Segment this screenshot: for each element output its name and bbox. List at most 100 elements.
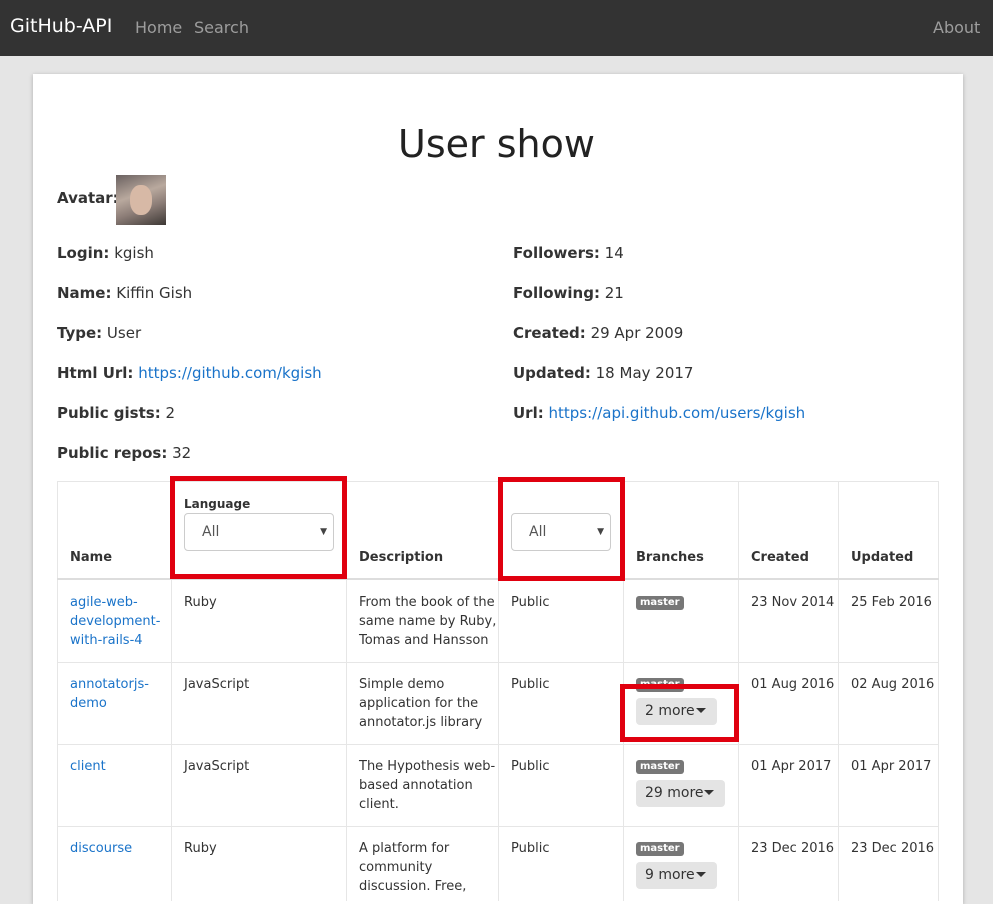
public-repos-value: 32 [172,444,192,462]
type-field: Type: User [57,324,141,342]
html-url-label: Html Url: [57,364,134,382]
public-gists-label: Public gists: [57,404,161,422]
html-url-field: Html Url: https://github.com/kgish [57,364,322,382]
type-value: User [106,324,142,342]
repo-language: JavaScript [184,759,250,774]
description-line: Simple demo [359,677,445,692]
row-divider [57,744,939,745]
description-line: From the book of the [359,595,495,610]
avatar-face [130,185,152,215]
repo-created: 23 Nov 2014 [751,595,835,610]
description-line: Tomas and Hansson [359,633,489,648]
repo-name-link[interactable]: annotatorjs- demo [70,675,149,713]
more-branches-button[interactable]: 29 more [636,780,725,807]
column-divider [838,481,839,901]
created-label: Created: [513,324,586,342]
repo-visibility: Public [511,759,550,774]
description-line: community [359,860,433,875]
updated-value: 18 May 2017 [595,364,694,382]
highlight-language-filter [170,476,347,579]
avatar-field: Avatar: [57,189,119,207]
repo-name-link[interactable]: discourse [70,839,132,858]
repo-updated: 25 Feb 2016 [851,595,932,610]
nav-home-link[interactable]: Home [135,18,182,37]
login-label: Login: [57,244,110,262]
avatar [116,175,166,225]
repo-created: 01 Aug 2016 [751,677,835,692]
description-line: based annotation [359,778,473,793]
repo-visibility: Public [511,595,550,610]
api-url-field: Url: https://api.github.com/users/kgish [513,404,805,422]
repo-name-link[interactable]: agile-web- development- with-rails-4 [70,593,160,650]
repo-name-line: agile-web- [70,595,138,610]
api-url-link[interactable]: https://api.github.com/users/kgish [549,404,806,422]
public-repos-field: Public repos: 32 [57,444,191,462]
repo-name-line: discourse [70,841,133,856]
header-updated: Updated [851,550,914,565]
top-navbar: GitHub-API Home Search About [0,0,993,56]
brand-link[interactable]: GitHub-API [10,15,112,37]
repo-updated: 02 Aug 2016 [851,677,935,692]
repo-description: A platform for community discussion. Fre… [359,839,466,896]
repo-description: Simple demo application for the annotato… [359,675,482,732]
public-repos-label: Public repos: [57,444,168,462]
page-title: User show [398,122,595,166]
repo-name-line: client [70,759,106,774]
repo-updated: 23 Dec 2016 [851,841,935,856]
repo-name-line: development- [70,614,161,629]
more-branches-label: 9 more [645,867,695,883]
caret-down-icon [704,790,714,795]
name-value: Kiffin Gish [116,284,193,302]
updated-field: Updated: 18 May 2017 [513,364,693,382]
description-line: same name by Ruby, [359,614,497,629]
nav-search-link[interactable]: Search [194,18,249,37]
repo-description: The Hypothesis web- based annotation cli… [359,757,495,814]
followers-field: Followers: 14 [513,244,624,262]
description-line: annotator.js library [359,715,483,730]
repo-visibility: Public [511,841,550,856]
followers-value: 14 [604,244,624,262]
repo-language: Ruby [184,841,217,856]
row-divider [57,826,939,827]
repo-language: JavaScript [184,677,250,692]
login-field: Login: kgish [57,244,154,262]
header-created: Created [751,550,809,565]
avatar-label: Avatar: [57,189,119,207]
public-gists-value: 2 [165,404,176,422]
more-branches-label: 29 more [645,785,704,801]
repo-name-line: with-rails-4 [70,633,143,648]
repo-visibility: Public [511,677,550,692]
repo-language: Ruby [184,595,217,610]
repo-updated: 01 Apr 2017 [851,759,932,774]
repo-description: From the book of the same name by Ruby, … [359,593,496,650]
created-value: 29 Apr 2009 [590,324,684,342]
followers-label: Followers: [513,244,600,262]
more-branches-button[interactable]: 9 more [636,862,717,889]
nav-about-link[interactable]: About [933,18,980,37]
caret-down-icon [696,872,706,877]
api-url-label: Url: [513,404,544,422]
description-line: A platform for [359,841,450,856]
html-url-link[interactable]: https://github.com/kgish [138,364,321,382]
description-line: client. [359,797,399,812]
public-gists-field: Public gists: 2 [57,404,175,422]
updated-label: Updated: [513,364,591,382]
following-value: 21 [604,284,624,302]
created-field: Created: 29 Apr 2009 [513,324,683,342]
repo-name-line: annotatorjs- [70,677,149,692]
repo-created: 01 Apr 2017 [751,759,832,774]
branch-badge: master [636,760,684,774]
highlight-visibility-filter [498,477,625,581]
column-divider [938,481,939,901]
header-branches: Branches [636,550,704,565]
highlight-more-branches [620,684,739,742]
repo-name-link[interactable]: client [70,757,106,776]
description-line: discussion. Free, [359,879,467,894]
name-field: Name: Kiffin Gish [57,284,192,302]
branch-badge: master [636,596,684,610]
branch-badge: master [636,842,684,856]
description-line: application for the [359,696,479,711]
name-label: Name: [57,284,112,302]
description-line: The Hypothesis web- [359,759,496,774]
repo-created: 23 Dec 2016 [751,841,835,856]
